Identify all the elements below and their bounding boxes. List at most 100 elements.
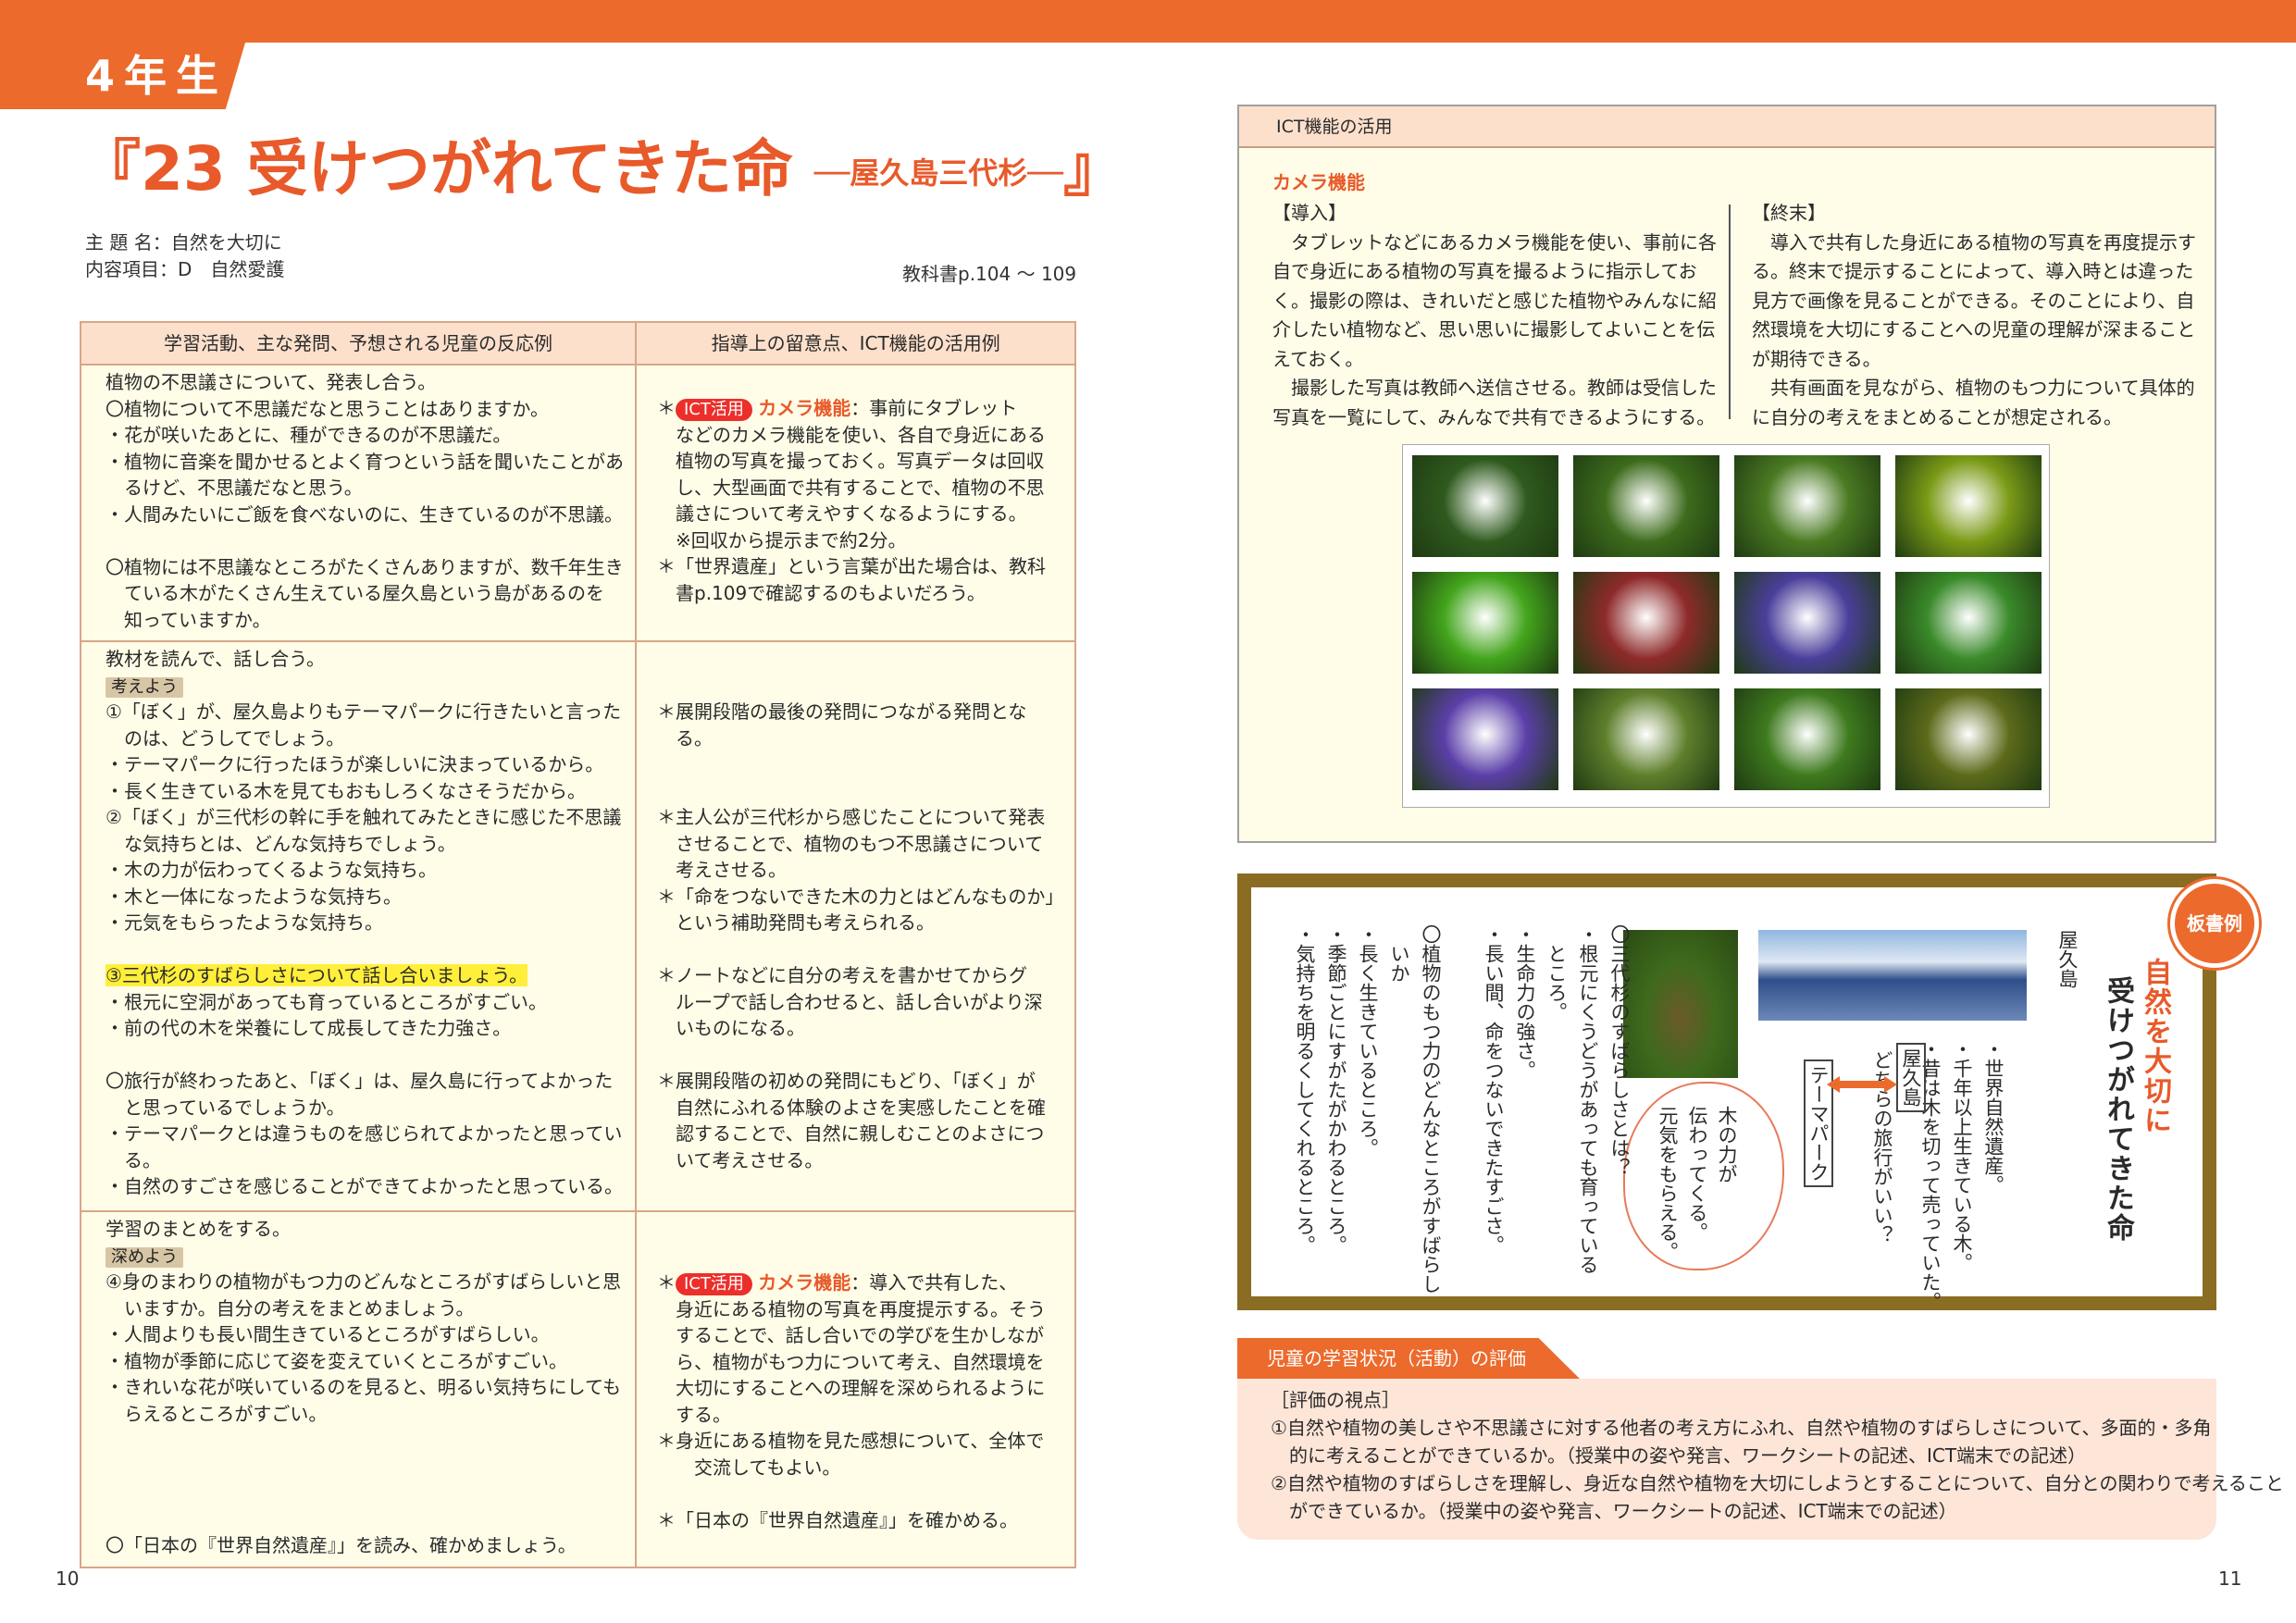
text-line <box>657 1042 1063 1069</box>
row1-activities: 植物の不思議さについて、発表し合う。〇植物について不思議だなと思うことはあります… <box>80 364 637 642</box>
row3-intro: 学習のまとめをする。 <box>105 1218 291 1240</box>
row2-notes: ＊展開段階の最後の発問につながる発問とな る。 ＊主人公が三代杉から感じたことに… <box>634 640 1077 1212</box>
note-line: ※回収から提示まで約2分。 <box>676 528 907 551</box>
note-line: 植物の写真を撮っておく。写真データは回収 <box>676 450 1045 472</box>
note-line: 書p.109で確認するのもよいだろう。 <box>676 581 986 604</box>
board-line: ・気持ちを明るくしてくれるところ。 <box>1294 924 1316 1255</box>
text-line: 〇植物には不思議なところがたくさんありますが、数千年生き <box>105 555 624 578</box>
ict-line: 自で身近にある植物の写真を撮るように指示してお <box>1272 260 1697 282</box>
note-line: 大切にすることへの理解を深められるように <box>676 1377 1046 1399</box>
board-line: ・季節ごとにすがたがかわるところ。 <box>1325 924 1347 1255</box>
table-row: 学習のまとめをする。 深めよう ④身のまわりの植物がもつ力のどんなところがすばら… <box>80 1210 1077 1568</box>
ict-camera-label: カメラ機能 <box>1272 171 1365 193</box>
evaluation-box: ［評価の視点］ ①自然や植物の美しさや不思議さに対する他者の考え方にふれ、自然や植… <box>1237 1379 2284 1540</box>
textbook-page-ref: 教科書p.104 ～ 109 <box>902 263 1077 285</box>
table-header-activities: 学習活動、主な発問、予想される児童の反応例 <box>80 321 637 365</box>
text-line <box>657 936 1063 963</box>
deepen-tag: 深めよう <box>105 1246 183 1268</box>
board-line: 元気をもらえる。 <box>1657 1106 1679 1261</box>
text-line: ④身のまわりの植物がもつ力のどんなところがすばらしいと思 <box>105 1270 622 1293</box>
title-main: 『23 受けつがれてきた命 <box>80 133 793 204</box>
text-line: ループで話し合わせると、話し合いがより深 <box>657 990 1043 1013</box>
row2-intro: 教材を読んで、話し合う。 <box>105 648 325 670</box>
plant-photo <box>1734 455 1880 557</box>
text-line: ・テーマパークに行ったほうが楽しいに決まっているから。 <box>105 753 604 775</box>
text-line: ＊「命をつないできた木の力とはどんなものか」 <box>657 885 1064 908</box>
note-line: 議さについて考えやすくなるようにする。 <box>676 502 1027 525</box>
text-line: 植物の不思議さについて、発表し合う。 <box>105 371 437 393</box>
text-line <box>657 778 1063 805</box>
ict-line: 共有画面を見ながら、植物のもつ力について具体的 <box>1752 377 2195 399</box>
text-line: ・植物に音楽を聞かせるとよく育つという話を聞いたことがあ <box>105 450 624 473</box>
board-line: ・千年以上生きている木。 <box>1951 1039 1973 1272</box>
text-line: らえるところがすごい。 <box>105 1402 328 1425</box>
ict-line: 撮影した写真は教師へ送信させる。教師は受信した <box>1272 377 1717 399</box>
text-line: ・自然のすごさを感じることができてよかったと思っている。 <box>105 1175 623 1197</box>
plant-photo <box>1895 455 2042 557</box>
ict-line: 見方で画像を見ることができる。そのことにより、自 <box>1752 289 2195 312</box>
text-line: させることで、植物のもつ不思議さについて <box>657 832 1044 855</box>
top-accent-bar <box>0 0 2296 43</box>
plant-photo <box>1734 688 1880 790</box>
text-line: のは、どうしてでしょう。 <box>105 726 345 750</box>
plant-photo <box>1412 455 1558 557</box>
lesson-meta: 主 題 名：自然を大切に 内容項目：D 自然愛護 <box>85 229 284 283</box>
board-line <box>1451 924 1473 1294</box>
row3-last: 〇「日本の『世界自然遺産』」を読み、確かめましょう。 <box>105 1534 577 1556</box>
text-line: 知っていますか。 <box>105 608 271 631</box>
note-line: ＊「世界遺産」という言葉が出た場合は、教科 <box>657 555 1046 577</box>
theme-value: 自然を大切に <box>170 231 282 254</box>
board-line: ・長い間、命をつないできたすごさ。 <box>1483 924 1505 1255</box>
plant-photo <box>1412 572 1558 674</box>
board-line: ところ。 <box>1545 924 1568 1022</box>
text-line: 考えさせる。 <box>657 859 787 881</box>
highlighted-question: ③三代杉のすばらしさについて話し合いましょう。 <box>105 964 528 986</box>
text-line: る。 <box>105 1148 161 1171</box>
lesson-title: 『23 受けつがれてきた命 ──屋久島三代杉──』 <box>80 128 1124 215</box>
note-line: ：事前にタブレット <box>850 397 1018 419</box>
board-option-yakushima: 屋久島 <box>1896 1043 1926 1112</box>
text-line <box>105 1480 624 1506</box>
camera-label: カメラ機能 <box>758 397 851 419</box>
cedar-photo <box>1623 930 1738 1078</box>
text-line: ・根元に空洞があっても育っているところがすごい。 <box>105 990 547 1013</box>
board-line: 〇三代杉のすばらしさとは？ <box>1608 924 1631 1177</box>
board-line: ・生命力の強さ。 <box>1514 924 1536 1080</box>
note-line: し、大型画面で共有することで、植物の不思 <box>676 476 1045 499</box>
table-header-notes: 指導上の留意点、ICT機能の活用例 <box>634 321 1077 365</box>
text-line: という補助発問も考えられる。 <box>657 911 935 934</box>
ict-line: 【導入】 <box>1272 202 1347 224</box>
text-line: ている木がたくさん生えている屋久島という島があるのを <box>105 582 604 604</box>
ict-line: く。撮影の際は、きれいだと感じた植物やみんなに紹 <box>1272 289 1717 312</box>
ict-line: 導入で共有した身近にある植物の写真を再度提示す <box>1752 230 2196 254</box>
ict-panel-heading: ICT機能の活用 <box>1239 106 2215 148</box>
title-close: 』 <box>1062 133 1124 204</box>
ict-line: 写真を一覧にして、みんなで共有できるようにする。 <box>1272 405 1716 428</box>
board-discussion: 〇三代杉のすばらしさとは？ ・根元にくうどうがあっても育っている ところ。 ・生命力… <box>1285 924 1631 1294</box>
text-line: 自然にふれる体験のよさを実感したことを確 <box>657 1096 1046 1119</box>
text-line <box>657 646 1063 673</box>
note-line: ：導入で共有した、 <box>850 1271 1018 1294</box>
text-line: 認することで、自然に親しむことのよさにつ <box>657 1122 1045 1145</box>
board-line: ・世界自然遺産。 <box>1982 1039 2004 1195</box>
ict-line: が期待できる。 <box>1752 347 1881 370</box>
note-line: ＊「日本の『世界自然遺産』」を確かめる。 <box>657 1508 1018 1531</box>
board-line: 木の力が <box>1716 1106 1738 1183</box>
board-line: ・根元にくうどうがあっても育っている <box>1577 924 1599 1274</box>
text-line <box>105 1042 624 1069</box>
text-line: 〇植物について不思議だなと思うことはありますか。 <box>105 397 549 420</box>
row3-notes: ＊ ICT活用 カメラ機能：導入で共有した、 身近にある植物の写真を再度提示する。… <box>634 1210 1077 1568</box>
text-line: いますか。自分の考えをまとめましょう。 <box>105 1296 475 1319</box>
page-number-right: 11 <box>2218 1567 2242 1590</box>
evaluation-heading: 児童の学習状況（活動）の評価 <box>1237 1338 1580 1379</box>
text-line: ＊主人公が三代杉から感じたことについて発表 <box>657 806 1046 828</box>
ict-line: 介したい植物など、思い思いに撮影してよいことを伝 <box>1272 318 1716 341</box>
note-line: ＊身近にある植物を見た感想について、全体で <box>657 1430 1045 1452</box>
text-line <box>657 751 1063 778</box>
board-line: ・長く生きているところ。 <box>1357 924 1379 1158</box>
text-line: 〇旅行が終わったあと、「ぼく」は、屋久島に行ってよかった <box>105 1070 614 1092</box>
ict-line: えておく。 <box>1272 347 1364 370</box>
plant-photo <box>1412 688 1558 790</box>
board-title-theme: 自然を大切に <box>2139 958 2171 1135</box>
plant-photo <box>1573 688 1719 790</box>
